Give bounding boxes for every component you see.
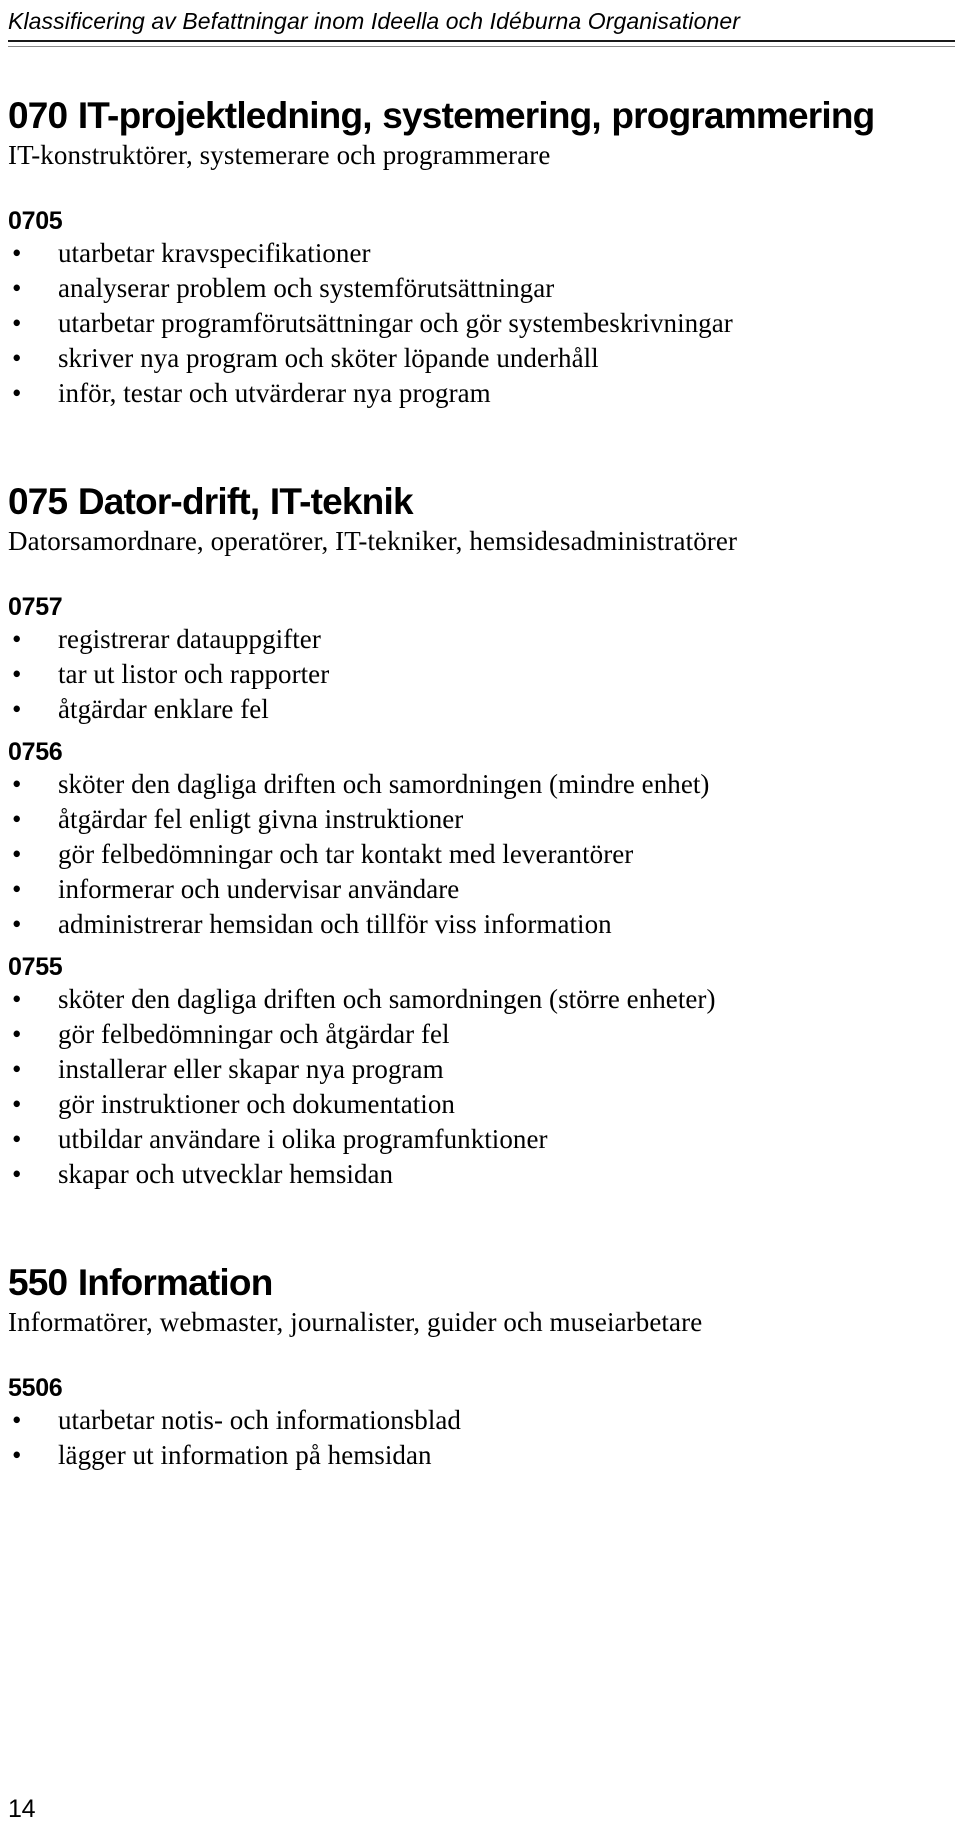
bullet-icon: • bbox=[12, 273, 22, 303]
duty-text: åtgärdar fel enligt givna instruktioner bbox=[58, 804, 464, 834]
duty-text: gör felbedömningar och åtgärdar fel bbox=[58, 1019, 450, 1049]
duty-text: informerar och undervisar användare bbox=[58, 874, 460, 904]
bullet-icon: • bbox=[12, 308, 22, 338]
occupation-group: 075 Dator-drift, IT-teknik Datorsamordnar… bbox=[8, 481, 952, 1192]
duty-text: utarbetar programförutsättningar och gör… bbox=[58, 308, 733, 338]
duty-item: • registrerar datauppgifter bbox=[8, 622, 952, 657]
duty-text: gör instruktioner och dokumentation bbox=[58, 1089, 455, 1119]
duty-item: • lägger ut information på hemsidan bbox=[8, 1438, 952, 1473]
bullet-icon: • bbox=[12, 909, 22, 939]
duty-text: tar ut listor och rapporter bbox=[58, 659, 330, 689]
group-subtitle: Informatörer, webmaster, journalister, g… bbox=[8, 1307, 703, 1337]
occupation-code: 0705 bbox=[8, 207, 63, 235]
duty-item: • sköter den dagliga driften och samordni… bbox=[8, 982, 952, 1017]
bullet-icon: • bbox=[12, 874, 22, 904]
bullet-icon: • bbox=[12, 769, 22, 799]
duty-item: • gör instruktioner och dokumentation bbox=[8, 1087, 952, 1122]
duty-item: • analyserar problem och systemförutsättn… bbox=[8, 271, 952, 306]
bullet-icon: • bbox=[12, 1159, 22, 1189]
duty-item: • utarbetar programförutsättningar och gö… bbox=[8, 306, 952, 341]
duty-text: åtgärdar enklare fel bbox=[58, 694, 269, 724]
duty-text: analyserar problem och systemförutsättni… bbox=[58, 273, 555, 303]
duty-text: utarbetar kravspecifikationer bbox=[58, 238, 371, 268]
duty-item: • installerar eller skapar nya program bbox=[8, 1052, 952, 1087]
bullet-icon: • bbox=[12, 984, 22, 1014]
duty-text: utarbetar notis- och informationsblad bbox=[58, 1405, 461, 1435]
occupation-group: 550 Information Informatörer, webmaster, … bbox=[8, 1262, 952, 1473]
duty-text: skriver nya program och sköter löpande u… bbox=[58, 343, 599, 373]
duties-list: • utarbetar kravspecifikationer • analysera… bbox=[8, 236, 952, 411]
duty-item: • sköter den dagliga driften och samordni… bbox=[8, 767, 952, 802]
duty-item: • utarbetar kravspecifikationer bbox=[8, 236, 952, 271]
bullet-icon: • bbox=[12, 343, 22, 373]
occupation-code: 0757 bbox=[8, 593, 63, 621]
bullet-icon: • bbox=[12, 804, 22, 834]
occupation-code: 0755 bbox=[8, 953, 63, 981]
page-number: 14 bbox=[8, 1795, 36, 1823]
duties-list: • sköter den dagliga driften och samordni… bbox=[8, 767, 952, 942]
page-content: 070 IT-projektledning, systemering, prog… bbox=[8, 47, 952, 1473]
duties-list: • sköter den dagliga driften och samordni… bbox=[8, 982, 952, 1192]
duty-item: • åtgärdar enklare fel bbox=[8, 692, 952, 727]
duty-text: sköter den dagliga driften och samordnin… bbox=[58, 984, 716, 1014]
group-subtitle: IT-konstruktörer, systemerare och progra… bbox=[8, 140, 551, 170]
duty-item: • skriver nya program och sköter löpande … bbox=[8, 341, 952, 376]
duties-list: • registrerar datauppgifter • tar ut listor… bbox=[8, 622, 952, 727]
bullet-icon: • bbox=[12, 659, 22, 689]
duty-item: • gör felbedömningar och åtgärdar fel bbox=[8, 1017, 952, 1052]
duty-item: • gör felbedömningar och tar kontakt med … bbox=[8, 837, 952, 872]
bullet-icon: • bbox=[12, 624, 22, 654]
duty-text: skapar och utvecklar hemsidan bbox=[58, 1159, 394, 1189]
bullet-icon: • bbox=[12, 1440, 22, 1470]
group-subtitle: Datorsamordnare, operatörer, IT-tekniker… bbox=[8, 526, 738, 556]
bullet-icon: • bbox=[12, 238, 22, 268]
duty-text: inför, testar och utvärderar nya program bbox=[58, 378, 491, 408]
document-page: Klassificering av Befattningar inom Idee… bbox=[0, 0, 960, 1841]
group-heading: 550 Information bbox=[8, 1262, 273, 1303]
duty-text: administrerar hemsidan och tillför viss … bbox=[58, 909, 612, 939]
duties-list: • utarbetar notis- och informationsblad • l… bbox=[8, 1403, 952, 1473]
bullet-icon: • bbox=[12, 839, 22, 869]
duty-item: • administrerar hemsidan och tillför viss… bbox=[8, 907, 952, 942]
bullet-icon: • bbox=[12, 378, 22, 408]
duty-text: sköter den dagliga driften och samordnin… bbox=[58, 769, 710, 799]
bullet-icon: • bbox=[12, 1019, 22, 1049]
duty-text: utbildar användare i olika programfunkti… bbox=[58, 1124, 548, 1154]
duty-item: • inför, testar och utvärderar nya progra… bbox=[8, 376, 952, 411]
bullet-icon: • bbox=[12, 1089, 22, 1119]
bullet-icon: • bbox=[12, 1054, 22, 1084]
occupation-code: 0756 bbox=[8, 738, 63, 766]
running-header: Klassificering av Befattningar inom Idee… bbox=[8, 8, 741, 34]
duty-item: • informerar och undervisar användare bbox=[8, 872, 952, 907]
duty-item: • utbildar användare i olika programfunkt… bbox=[8, 1122, 952, 1157]
group-heading: 070 IT-projektledning, systemering, prog… bbox=[8, 95, 875, 136]
duty-text: gör felbedömningar och tar kontakt med l… bbox=[58, 839, 634, 869]
duty-item: • utarbetar notis- och informationsblad bbox=[8, 1403, 952, 1438]
bullet-icon: • bbox=[12, 1405, 22, 1435]
duty-item: • åtgärdar fel enligt givna instruktioner bbox=[8, 802, 952, 837]
group-heading: 075 Dator-drift, IT-teknik bbox=[8, 481, 414, 522]
duty-text: installerar eller skapar nya program bbox=[58, 1054, 444, 1084]
duty-item: • tar ut listor och rapporter bbox=[8, 657, 952, 692]
bullet-icon: • bbox=[12, 1124, 22, 1154]
duty-item: • skapar och utvecklar hemsidan bbox=[8, 1157, 952, 1192]
occupation-code: 5506 bbox=[8, 1374, 63, 1402]
duty-text: registrerar datauppgifter bbox=[58, 624, 321, 654]
duty-text: lägger ut information på hemsidan bbox=[58, 1440, 432, 1470]
bullet-icon: • bbox=[12, 694, 22, 724]
header-rule bbox=[8, 40, 955, 47]
occupation-group: 070 IT-projektledning, systemering, prog… bbox=[8, 95, 952, 411]
